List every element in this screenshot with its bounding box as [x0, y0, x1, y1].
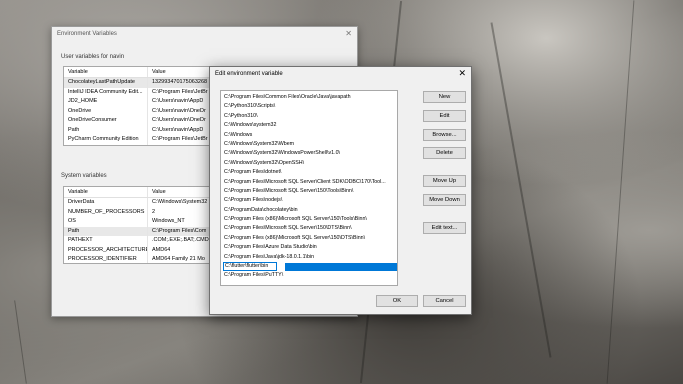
variable-name: PyCharm Community Edition: [64, 135, 148, 145]
browse-button[interactable]: Browse...: [423, 129, 466, 141]
variable-name: PATHEXT: [64, 236, 148, 246]
rock-crack: [490, 22, 552, 358]
delete-button[interactable]: Delete: [423, 147, 466, 159]
rock-crack: [606, 0, 635, 384]
variable-value: C:\Windows\System32: [152, 199, 208, 205]
variable-value: .COM;.EXE;.BAT;.CMD;: [152, 237, 211, 243]
variable-value: C:\Users\navin\OneDr: [152, 117, 206, 123]
column-header-value[interactable]: Value: [148, 67, 166, 77]
close-icon[interactable]: ✕: [458, 68, 466, 79]
new-button[interactable]: New: [423, 91, 466, 103]
variable-name: OS: [64, 217, 148, 227]
list-item[interactable]: C:\Program Files (x86)\Microsoft SQL Ser…: [221, 234, 397, 243]
move-down-button[interactable]: Move Down: [423, 194, 466, 206]
column-header-value[interactable]: Value: [148, 187, 166, 197]
list-item[interactable]: C:\Windows\System32\WindowsPowerShell\v1…: [221, 149, 397, 158]
edit-button[interactable]: Edit: [423, 110, 466, 122]
path-entries-list[interactable]: C:\Program Files\Common Files\Oracle\Jav…: [220, 90, 398, 286]
list-item[interactable]: C:\Program Files\Azure Data Studio\bin: [221, 243, 397, 252]
list-item[interactable]: C:\ProgramData\chocolatey\bin: [221, 206, 397, 215]
window-title: Environment Variables: [57, 31, 117, 37]
list-item[interactable]: C:\Program Files (x86)\Microsoft SQL Ser…: [221, 215, 397, 224]
variable-value: AMD64 Family 21 Mo: [152, 256, 205, 262]
list-item[interactable]: C:\Program Files\Java\jdk-18.0.1.1\bin: [221, 253, 397, 262]
variable-value: C:\Users\navin\AppD: [152, 98, 204, 104]
list-item[interactable]: C:\Python310\Scripts\: [221, 102, 397, 111]
list-item[interactable]: C:\Program Files\dotnet\: [221, 168, 397, 177]
variable-value: 2: [152, 208, 156, 215]
edit-text-button[interactable]: Edit text...: [423, 222, 466, 234]
variable-name: DriverData: [64, 198, 148, 208]
list-item[interactable]: C:\Program Files\Microsoft SQL Server\15…: [221, 187, 397, 196]
cancel-button[interactable]: Cancel: [423, 295, 466, 307]
list-item[interactable]: C:\Python310\: [221, 112, 397, 121]
column-header-variable[interactable]: Variable: [64, 67, 148, 77]
column-header-variable[interactable]: Variable: [64, 187, 148, 197]
selection-highlight: [285, 262, 397, 271]
rock-crack: [14, 300, 27, 384]
edit-environment-variable-dialog: Edit environment variable ✕ C:\Program F…: [209, 66, 472, 315]
variable-name: IntelliJ IDEA Community Edit...: [64, 87, 148, 97]
system-variables-label: System variables: [61, 173, 107, 179]
move-up-button[interactable]: Move Up: [423, 175, 466, 187]
variable-value: C:\Program Files\JetBr: [152, 136, 208, 142]
list-item[interactable]: C:\Program Files\Microsoft SQL Server\Cl…: [221, 178, 397, 187]
list-item[interactable]: C:\Program Files\Microsoft SQL Server\15…: [221, 224, 397, 233]
list-item-editing[interactable]: C:\flutter\flutter\bin: [221, 262, 397, 272]
variable-name: JD2_HOME: [64, 97, 148, 107]
variable-value: AMD64: [152, 246, 171, 253]
variable-value: Windows_NT: [152, 218, 185, 224]
dialog-title: Edit environment variable: [215, 71, 283, 77]
variable-name: OneDrive: [64, 106, 148, 116]
list-item[interactable]: C:\Windows\System32\OpenSSH\: [221, 159, 397, 168]
variable-value: C:\Users\navin\OneDr: [152, 107, 206, 114]
list-item[interactable]: C:\Program Files\nodejs\: [221, 196, 397, 205]
variable-name: NUMBER_OF_PROCESSORS: [64, 207, 148, 217]
variable-value: C:\Program Files\JetBr: [152, 88, 208, 95]
list-item[interactable]: C:\Program Files\PuTTY\: [221, 271, 397, 280]
list-item[interactable]: C:\Windows: [221, 131, 397, 140]
variable-value: C:\Users\navin\AppD: [152, 126, 204, 133]
list-item[interactable]: C:\Windows\System32\Wbem: [221, 140, 397, 149]
variable-value: 132993470175063268: [152, 79, 208, 85]
list-item[interactable]: C:\Program Files\Common Files\Oracle\Jav…: [221, 93, 397, 102]
ok-button[interactable]: OK: [376, 295, 418, 307]
list-item[interactable]: C:\Windows\system32: [221, 121, 397, 130]
variable-name: Path: [64, 125, 148, 135]
variable-name: OneDriveConsumer: [64, 116, 148, 126]
variable-name: Path: [64, 226, 148, 236]
variable-name: PROCESSOR_ARCHITECTURE: [64, 245, 148, 255]
user-variables-label: User variables for navin: [61, 54, 125, 60]
variable-name: PROCESSOR_IDENTIFIER: [64, 255, 148, 263]
close-icon[interactable]: ✕: [345, 29, 352, 38]
variable-name: ChocolateyLastPathUpdate: [64, 78, 148, 88]
path-edit-input[interactable]: C:\flutter\flutter\bin: [223, 262, 277, 272]
variable-value: C:\Program Files\Com: [152, 227, 207, 234]
